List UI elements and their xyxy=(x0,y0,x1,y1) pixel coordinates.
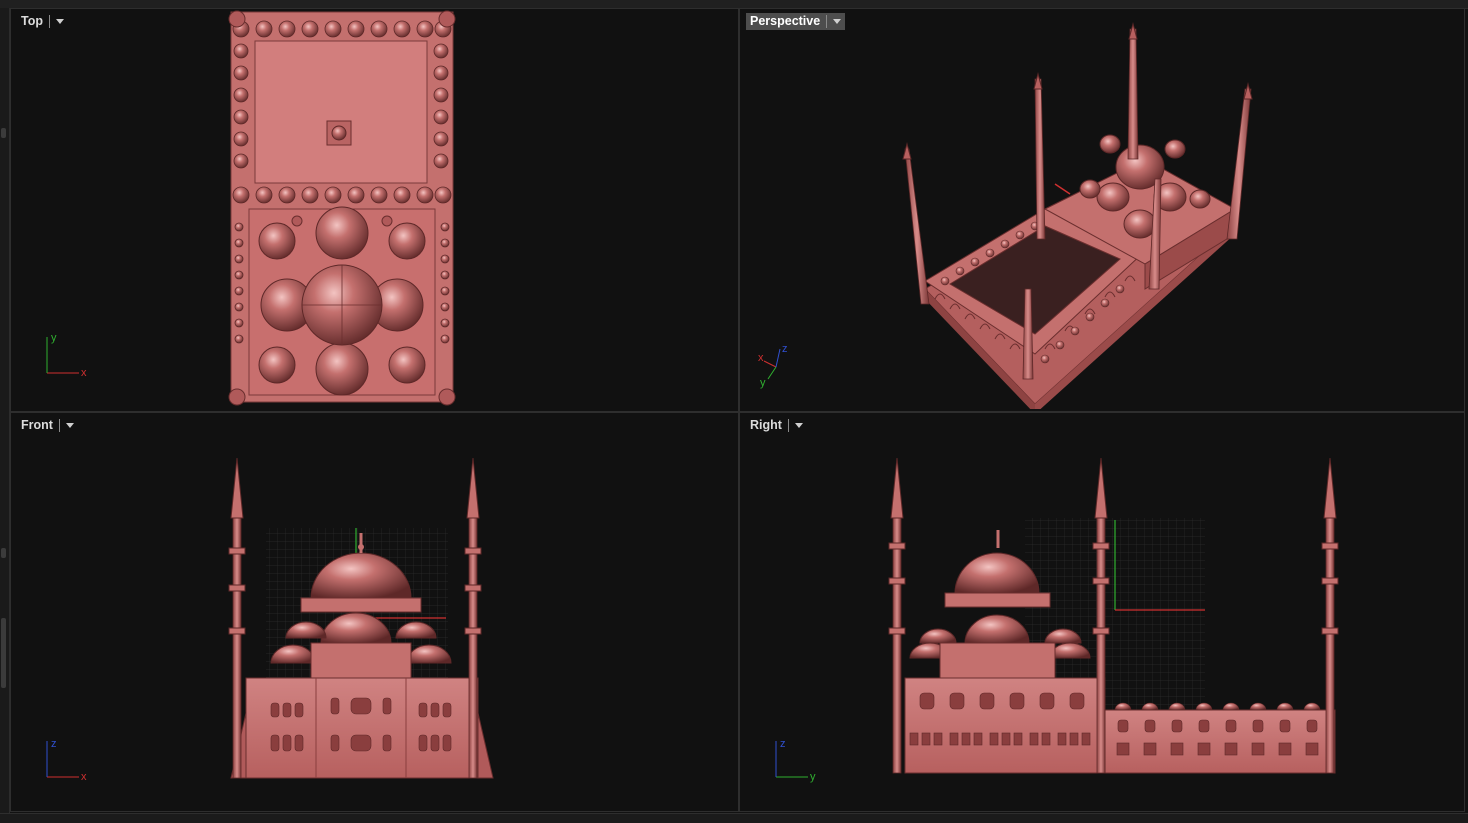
panel-scrollbar[interactable] xyxy=(1,618,6,688)
viewport-perspective-title[interactable]: Perspective xyxy=(746,13,846,30)
viewport-right-title[interactable]: Right xyxy=(746,417,807,434)
viewport-perspective[interactable]: Perspective x z y xyxy=(739,8,1465,412)
viewport-right[interactable]: Right z y xyxy=(739,412,1465,812)
left-panel-strip xyxy=(0,8,10,813)
viewport-top-label: Top xyxy=(21,14,43,28)
dropdown-arrow-icon[interactable] xyxy=(833,19,842,24)
model-front-view xyxy=(228,457,494,779)
viewport-right-label: Right xyxy=(750,418,782,432)
axis-label-y: y xyxy=(51,332,57,344)
dropdown-arrow-icon[interactable] xyxy=(65,423,74,428)
viewport-front-title[interactable]: Front xyxy=(17,417,78,434)
viewport-front-label: Front xyxy=(21,418,53,432)
axis-label-z: z xyxy=(780,738,786,750)
axis-triad-front: z x xyxy=(46,738,87,783)
model-top-view xyxy=(228,10,456,406)
model-right-view xyxy=(888,457,1339,774)
model-perspective-view xyxy=(902,22,1253,409)
viewport-perspective-label: Perspective xyxy=(750,14,821,28)
axis-label-y: y xyxy=(810,771,816,783)
axis-label-y: y xyxy=(760,377,766,389)
axis-triad-right: z y xyxy=(775,738,816,783)
dropdown-arrow-icon[interactable] xyxy=(55,19,64,24)
panel-handle[interactable] xyxy=(1,128,6,138)
axis-triad-top: y x xyxy=(46,332,87,379)
axis-label-x: x xyxy=(758,352,764,364)
axis-label-x: x xyxy=(81,367,87,379)
viewport-top[interactable]: Top y x xyxy=(10,8,739,412)
dropdown-arrow-icon[interactable] xyxy=(794,423,803,428)
axis-label-z: z xyxy=(782,343,788,355)
viewport-top-title[interactable]: Top xyxy=(17,13,68,30)
top-toolbar-strip xyxy=(0,0,1468,9)
axis-triad-perspective: x z y xyxy=(758,343,788,389)
axis-label-x: x xyxy=(81,771,87,783)
panel-handle[interactable] xyxy=(1,548,6,558)
axis-label-z: z xyxy=(51,738,57,750)
viewport-front[interactable]: Front z x xyxy=(10,412,739,812)
